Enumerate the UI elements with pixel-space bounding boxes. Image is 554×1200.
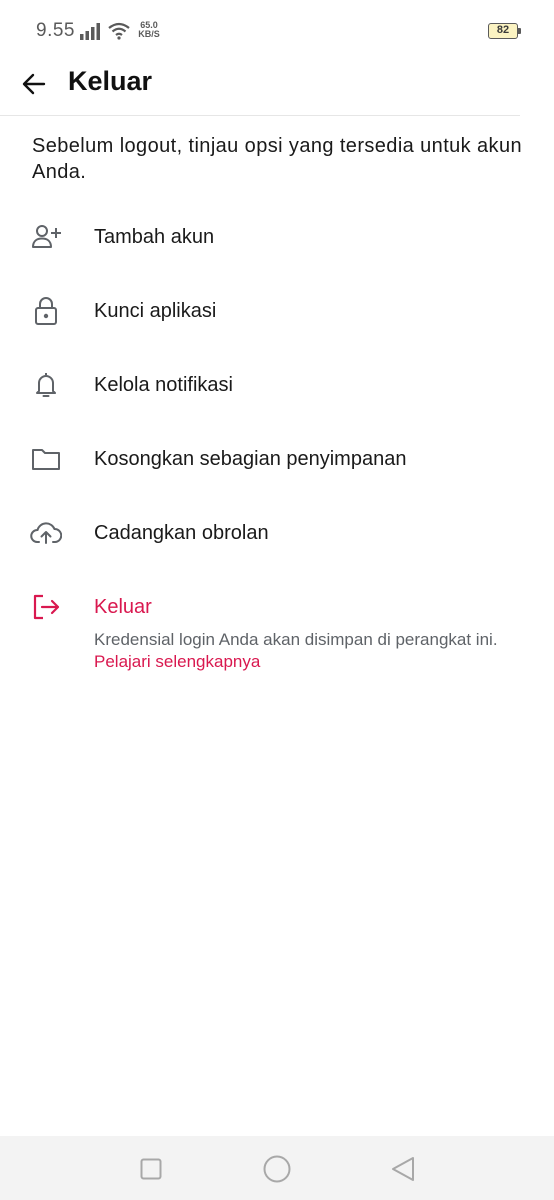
add-person-icon — [30, 221, 62, 253]
system-nav-bar — [0, 1136, 554, 1200]
learn-more-link[interactable]: Pelajari selengkapnya — [94, 652, 260, 672]
intro-text: Sebelum logout, tinjau opsi yang tersedi… — [32, 135, 522, 183]
bell-icon — [30, 369, 62, 401]
logout-icon — [30, 591, 62, 623]
status-time: 9.55 — [36, 20, 75, 41]
network-speed-unit: KB/S — [138, 29, 160, 39]
option-label: Cadangkan obrolan — [94, 521, 269, 544]
option-label: Tambah akun — [94, 225, 215, 248]
nav-back-icon[interactable] — [390, 1156, 416, 1182]
option-backup-chats[interactable]: Cadangkan obrolan — [0, 496, 554, 570]
back-button[interactable] — [14, 64, 54, 104]
arrow-left-icon — [22, 73, 46, 95]
option-label: Kosongkan sebagian penyimpanan — [94, 447, 407, 470]
home-icon[interactable] — [263, 1155, 291, 1183]
option-manage-notifications[interactable]: Kelola notifikasi — [0, 348, 554, 422]
folder-icon — [30, 443, 62, 475]
wifi-icon — [108, 22, 130, 40]
lock-icon — [30, 295, 62, 327]
signal-icon — [80, 23, 100, 40]
status-bar: 9.55 65.0 KB/S 82 — [0, 0, 554, 62]
option-free-storage[interactable]: Kosongkan sebagian penyimpanan — [0, 422, 554, 496]
logout-description: Kredensial login Anda akan disimpan di p… — [94, 630, 498, 649]
battery-indicator: 82 — [488, 23, 518, 39]
app-bar: Keluar — [0, 62, 554, 116]
option-label: Kunci aplikasi — [94, 299, 217, 322]
recent-apps-icon[interactable] — [140, 1158, 162, 1180]
option-add-account[interactable]: Tambah akun — [0, 200, 554, 274]
battery-tip — [518, 28, 521, 34]
network-speed: 65.0 KB/S — [136, 21, 162, 39]
page-title: Keluar — [68, 66, 153, 96]
option-label: Kelola notifikasi — [94, 373, 233, 396]
cloud-upload-icon — [30, 517, 62, 549]
header-divider — [0, 115, 520, 116]
option-lock-app[interactable]: Kunci aplikasi — [0, 274, 554, 348]
option-label: Keluar — [94, 595, 152, 618]
